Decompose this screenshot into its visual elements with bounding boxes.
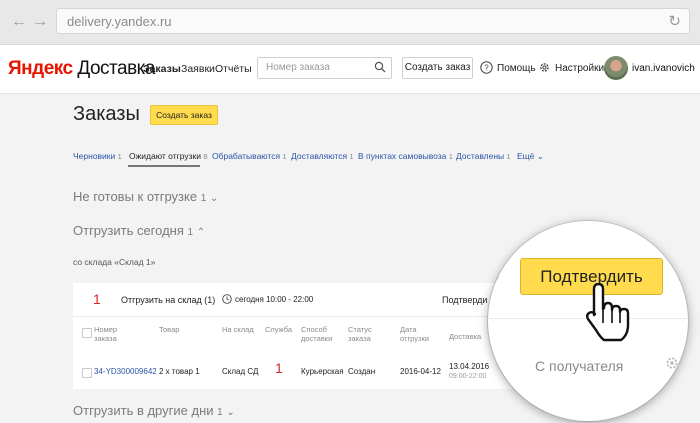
svg-text:?: ? [484,64,489,73]
search-input[interactable]: Номер заказа [257,57,392,79]
row-checkbox[interactable] [82,368,92,378]
create-order-header-button[interactable]: Создать заказ [402,57,473,79]
tab-awaiting-shipment[interactable]: Ожидают отгрузки 8 [129,151,208,161]
logo[interactable]: Яндекс Доставка [8,58,155,80]
url-text: delivery.yandex.ru [67,14,172,29]
forward-arrow-icon[interactable]: → [31,13,49,31]
tab-processing[interactable]: Обрабатываются 1 [212,151,287,161]
create-order-button[interactable]: Создать заказ [150,105,218,125]
logo-yandex: Яндекс [8,58,73,79]
magnified-zero: 0 [490,265,500,284]
username[interactable]: ivan.ivanovich [632,63,695,74]
nav-orders[interactable]: Заказы [143,63,181,75]
page-title: Заказы [73,103,140,125]
nav-requests[interactable]: Заявки [181,63,215,75]
active-tab-indicator [128,165,200,167]
cell-ship-date: 2016-04-12 [400,367,441,376]
settings-link[interactable]: Настройки [555,63,604,74]
header-item[interactable]: Товар [159,325,179,334]
clock-icon [222,294,232,304]
shipment-time: сегодня 10:00 - 22:00 [235,295,314,304]
section-other-days[interactable]: Отгрузить в другие дни 1 ⌄ [73,403,235,418]
chevron-down-icon: ⌄ [209,193,219,204]
shipment-count: 1 [93,291,101,307]
header-warehouse[interactable]: На склад [222,325,254,334]
header-order-status[interactable]: Статус заказа [348,325,384,343]
hand-cursor-icon [586,283,630,342]
header-service[interactable]: Служба [265,325,292,334]
cell-delivery-time: 09:00-22:00 [449,373,487,380]
avatar[interactable] [604,56,628,80]
tab-drafts[interactable]: Черновики 1 [73,151,122,161]
header-delivery-method[interactable]: Способ доставки [301,325,341,343]
cell-service: 1 [275,360,283,376]
help-link[interactable]: Помощь [497,63,536,74]
gear-icon[interactable] [664,355,680,371]
nav-reports[interactable]: Отчёты [215,63,252,75]
chevron-up-icon: ⌃ [196,227,206,238]
browser-window: ← → delivery.yandex.ru ↻ Яндекс Доставка… [0,0,700,423]
cell-warehouse: Склад СД [222,367,259,376]
tab-delivering[interactable]: Доставляются 1 [291,151,354,161]
cell-item: 2 х товар 1 [159,367,200,376]
shipment-label: Отгрузить на склад (1) [121,295,216,305]
address-bar[interactable]: delivery.yandex.ru ↻ [56,8,690,34]
section-ship-today[interactable]: Отгрузить сегодня 1 ⌃ [73,223,205,238]
section-not-ready[interactable]: Не готовы к отгрузке 1 ⌄ [73,189,218,204]
site-header: Яндекс Доставка Заказы Заявки Отчёты Ном… [0,45,700,94]
cell-order-status: Создан [348,367,376,376]
reload-icon[interactable]: ↻ [668,12,681,30]
gear-icon[interactable] [676,271,688,285]
header-delivery[interactable]: Доставка [449,332,481,341]
header-order-number[interactable]: Номер заказа [94,325,134,343]
header-ship-date[interactable]: Дата отгрузки [400,325,438,343]
search-placeholder: Номер заказа [266,62,330,73]
cell-delivery-method: Курьерская [301,367,344,376]
cell-delivery-date: 13.04.2016 [449,362,490,371]
tab-pickup-points[interactable]: В пунктах самовывоза 1 [358,151,453,161]
gear-icon[interactable] [538,61,551,74]
from-recipient-label: С получателя [535,358,624,374]
back-arrow-icon[interactable]: ← [10,13,28,31]
warehouse-note: со склада «Склад 1» [73,257,156,267]
chevron-down-icon: ⌄ [226,407,235,418]
help-icon[interactable]: ? [480,61,493,74]
search-icon[interactable] [374,61,386,73]
order-number-link[interactable]: 34-YD300009642 [94,367,157,376]
select-all-checkbox[interactable] [82,328,92,338]
browser-toolbar: ← → delivery.yandex.ru ↻ [0,0,700,45]
tab-delivered[interactable]: Доставлены 1 [456,151,511,161]
confirm-button-small[interactable]: Подтверди [442,295,487,305]
chevron-down-icon: ⌄ [536,151,544,161]
tab-more[interactable]: Ещё ⌄ [517,151,544,162]
